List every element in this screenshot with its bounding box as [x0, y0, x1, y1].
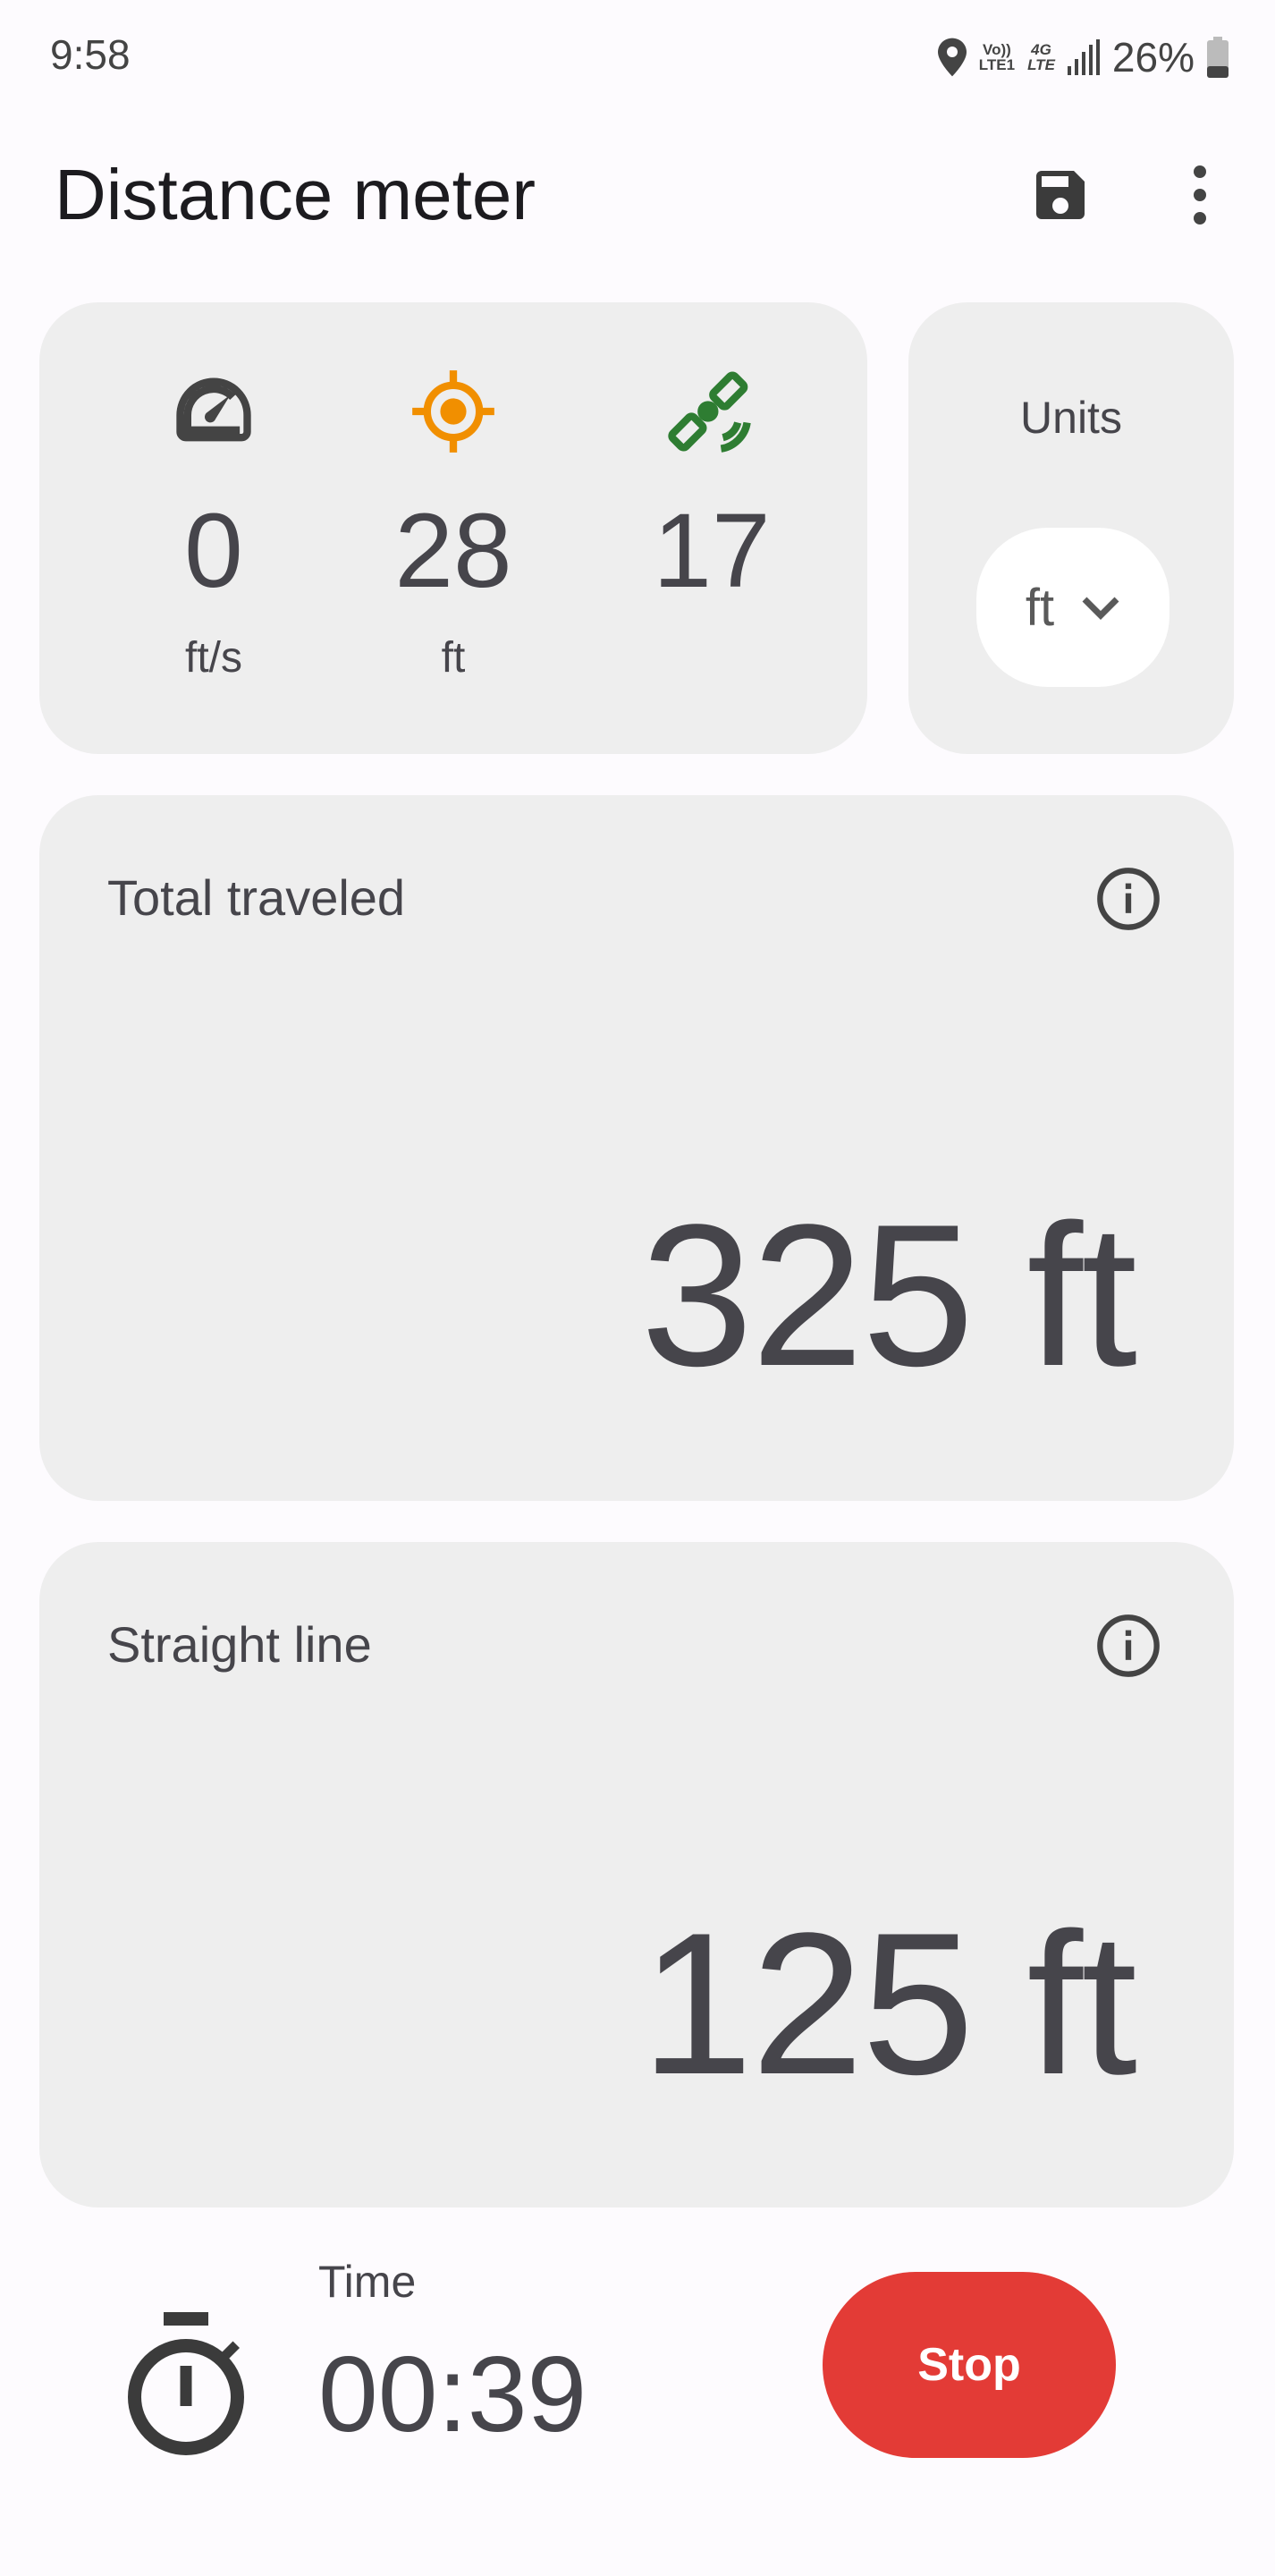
- total-traveled-card: Total traveled 325 ft: [39, 795, 1234, 1501]
- volte-indicator: Vo)) LTE1: [978, 41, 1016, 73]
- speed-value: 0: [184, 492, 243, 610]
- accuracy-unit: ft: [441, 634, 466, 682]
- status-time: 9:58: [50, 31, 131, 78]
- straight-line-card: Straight line 125 ft: [39, 1542, 1234, 2207]
- more-options-button[interactable]: [1182, 163, 1218, 227]
- save-button[interactable]: [1028, 163, 1093, 227]
- straight-line-label: Straight line: [107, 1616, 372, 1673]
- time-label: Time: [318, 2257, 417, 2307]
- units-card: Units ft: [908, 302, 1234, 754]
- chevron-down-icon: [1082, 597, 1119, 620]
- satellite-icon: [668, 371, 751, 453]
- satellites-value: 17: [653, 492, 771, 610]
- total-traveled-label: Total traveled: [107, 869, 406, 926]
- info-icon[interactable]: [1094, 865, 1162, 933]
- units-label: Units: [1020, 393, 1122, 443]
- accuracy-value: 28: [394, 492, 512, 610]
- page-title: Distance meter: [55, 155, 536, 234]
- total-traveled-value: 325 ft: [640, 1182, 1137, 1408]
- speed-unit: ft/s: [184, 634, 242, 682]
- stopwatch-icon: [128, 2312, 244, 2455]
- save-icon: [1036, 171, 1085, 219]
- signal-icon: [1067, 39, 1100, 75]
- speedometer-icon: [176, 377, 251, 442]
- battery-icon: [1207, 37, 1229, 78]
- gps-stats-card: 0 ft/s 28 ft 17: [39, 302, 867, 754]
- battery-percent: 26%: [1111, 34, 1195, 80]
- units-selected-value: ft: [1025, 578, 1055, 637]
- elapsed-time: 00:39: [318, 2334, 587, 2454]
- more-vert-icon: [1194, 165, 1206, 225]
- straight-line-value: 125 ft: [640, 1890, 1137, 2116]
- gps-accuracy-icon: [412, 370, 494, 453]
- network-type-indicator: 4G LTE: [1027, 41, 1055, 73]
- location-icon: [937, 38, 967, 77]
- stop-button[interactable]: Stop: [823, 2272, 1116, 2458]
- info-icon[interactable]: [1094, 1612, 1162, 1680]
- status-icons: Vo)) LTE1 4G LTE 26%: [937, 30, 1229, 84]
- units-dropdown[interactable]: ft: [976, 528, 1169, 687]
